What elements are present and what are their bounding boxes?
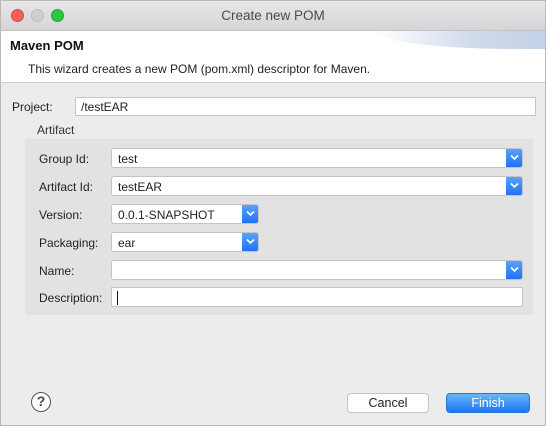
project-field[interactable]: /testEAR xyxy=(75,97,536,116)
wizard-body: Project: /testEAR Artifact Group Id: tes… xyxy=(1,84,545,374)
finish-button[interactable]: Finish xyxy=(446,393,530,413)
description-field[interactable] xyxy=(111,287,523,307)
artifact-id-combo[interactable]: testEAR xyxy=(111,176,523,196)
artifact-id-value: testEAR xyxy=(118,180,163,194)
help-icon[interactable]: ? xyxy=(31,392,51,412)
packaging-value: ear xyxy=(118,236,136,250)
group-id-combo[interactable]: test xyxy=(111,148,523,168)
banner-decoration xyxy=(375,31,545,49)
cancel-button[interactable]: Cancel xyxy=(347,393,429,413)
name-label: Name: xyxy=(39,264,75,278)
group-id-label: Group Id: xyxy=(39,152,90,166)
group-id-value: test xyxy=(118,152,138,166)
description-label: Description: xyxy=(39,291,103,305)
project-label: Project: xyxy=(12,100,53,114)
packaging-label: Packaging: xyxy=(39,236,99,250)
chevron-down-icon[interactable] xyxy=(242,205,258,223)
version-label: Version: xyxy=(39,208,83,222)
version-combo[interactable]: 0.0.1-SNAPSHOT xyxy=(111,204,259,224)
version-value: 0.0.1-SNAPSHOT xyxy=(118,208,215,222)
chevron-down-icon[interactable] xyxy=(242,233,258,251)
window-title: Create new POM xyxy=(221,8,325,23)
artifact-group: Group Id: test Artifact Id: testEAR Vers… xyxy=(25,139,533,315)
wizard-banner: Maven POM This wizard creates a new POM … xyxy=(1,31,545,83)
dialog-window: Create new POM Maven POM This wizard cre… xyxy=(0,0,546,426)
chevron-down-icon[interactable] xyxy=(506,177,522,195)
artifact-id-label: Artifact Id: xyxy=(39,180,94,194)
artifact-section-label: Artifact xyxy=(37,123,75,137)
title-bar[interactable]: Create new POM xyxy=(1,1,545,31)
banner-description: This wizard creates a new POM (pom.xml) … xyxy=(28,62,371,76)
name-combo[interactable] xyxy=(111,260,523,280)
packaging-combo[interactable]: ear xyxy=(111,232,259,252)
text-cursor xyxy=(117,290,118,305)
chevron-down-icon[interactable] xyxy=(506,149,522,167)
banner-title: Maven POM xyxy=(10,38,84,53)
chevron-down-icon[interactable] xyxy=(506,261,522,279)
